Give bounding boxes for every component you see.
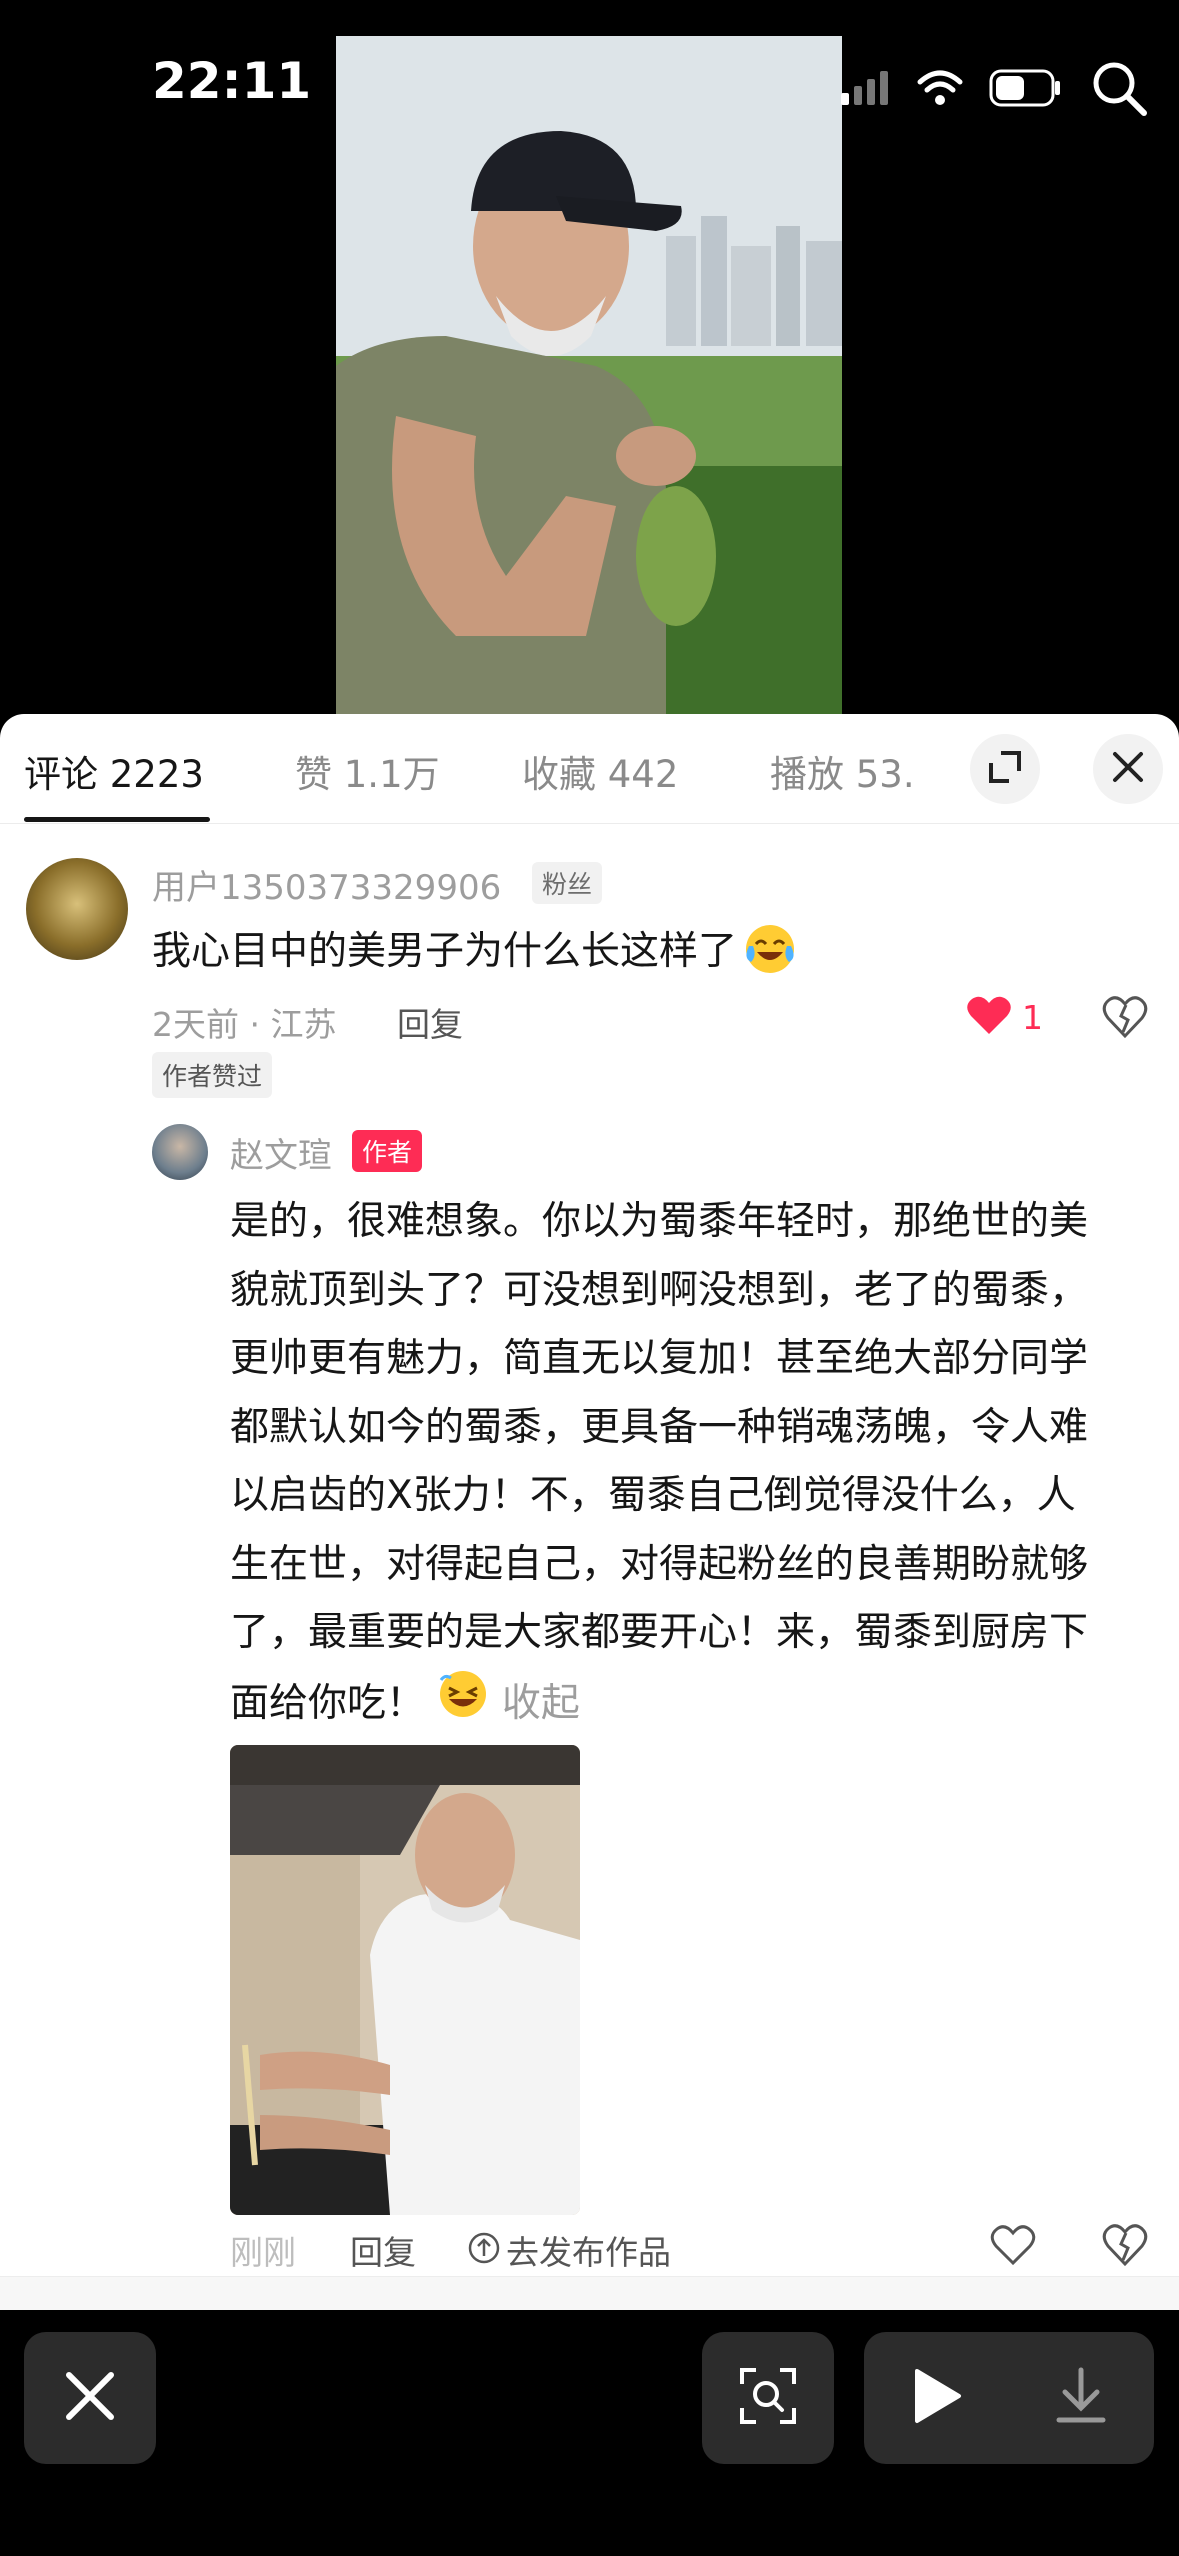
reply-dislike-button[interactable] [1102, 2222, 1148, 2272]
tab-bar: 评论 2223 赞 1.1万 收藏 442 播放 53. [0, 714, 1179, 824]
reply-reply-button[interactable]: 回复 [350, 2226, 416, 2274]
battery-icon [989, 69, 1063, 111]
dislike-icon [1102, 2224, 1148, 2272]
comment-meta: 2天前 · 江苏 [152, 1005, 337, 1044]
reply-line: 了，最重要的是大家都要开心！来，蜀黍到厨房下 [230, 1610, 1089, 1655]
publish-work-label: 去发布作品 [506, 2233, 671, 2272]
reply-image[interactable] [230, 1745, 580, 2215]
bottom-toolbar [0, 2310, 1179, 2556]
close-button[interactable] [24, 2332, 156, 2464]
reply-meta: 刚刚 [230, 2233, 296, 2272]
comment-reply-button[interactable]: 回复 [397, 998, 463, 1046]
comment-input-strip [0, 2276, 1179, 2310]
close-icon [1111, 750, 1145, 788]
tab-likes[interactable]: 赞 1.1万 [295, 744, 440, 798]
heart-outline-icon [990, 2225, 1036, 2270]
reply-line: 貌就顶到头了？可没想到啊没想到，老了的蜀黍， [230, 1267, 1089, 1313]
commenter-avatar[interactable] [26, 858, 128, 960]
status-icons [841, 58, 1149, 122]
tab-plays[interactable]: 播放 53. [770, 744, 915, 798]
search-icon[interactable] [1089, 58, 1149, 122]
expand-icon [987, 749, 1023, 789]
author-badge: 作者 [352, 1130, 423, 1172]
comment-like-count: 1 [1022, 997, 1043, 1037]
publish-work-button[interactable]: 去发布作品 [468, 2226, 671, 2274]
video-thumbnail[interactable] [336, 36, 842, 714]
video-area[interactable]: 22:11 [0, 0, 1179, 714]
reply-line: 以启齿的X张力！不，蜀黍自己倒觉得没什么，人 [230, 1473, 1076, 1518]
dislike-icon [1102, 996, 1148, 1044]
reply-last-line: 面给你吃！ 收起 [230, 1668, 1150, 1743]
scan-button[interactable] [702, 2332, 834, 2464]
reply-line: 更帅更有魅力，简直无以复加！甚至绝大部分同学 [230, 1336, 1089, 1381]
author-liked-tag: 作者赞过 [152, 1052, 273, 1098]
author-username[interactable]: 赵文瑄 [230, 1128, 332, 1177]
reply-line: 都默认如今的蜀黍，更具备一种销魂荡魄，令人难 [230, 1404, 1089, 1450]
author-avatar[interactable] [152, 1124, 208, 1180]
scan-icon [738, 2366, 798, 2430]
reply-line: 是的，很难想象。你以为蜀黍年轻时，那绝世的美 [230, 1199, 1089, 1244]
fans-badge: 粉丝 [532, 862, 603, 904]
comment-like-button[interactable]: 1 [966, 994, 1043, 1040]
collapse-link[interactable]: 收起 [502, 1680, 580, 1725]
expand-button[interactable] [970, 734, 1040, 804]
tab-comments[interactable]: 评论 2223 [24, 744, 204, 798]
cry-laugh-emoji-icon [743, 922, 797, 986]
play-icon[interactable] [909, 2367, 963, 2429]
download-icon[interactable] [1053, 2366, 1109, 2430]
reply-like-button[interactable] [990, 2224, 1036, 2270]
tab-active-indicator [24, 817, 210, 822]
reply-text: 是的，很难想象。你以为蜀黍年轻时，那绝世的美 貌就顶到头了？可没想到啊没想到，老… [230, 1188, 1150, 1742]
commenter-username[interactable]: 用户1350373329906 [152, 860, 501, 909]
signal-icon [841, 71, 891, 109]
reply-line: 面给你吃！ [230, 1680, 426, 1726]
close-sheet-button[interactable] [1093, 734, 1163, 804]
reply-line: 生在世，对得起自己，对得起粉丝的良善期盼就够 [230, 1541, 1089, 1587]
heart-icon [966, 994, 1012, 1040]
comment-text-content: 我心目中的美男子为什么长这样了 [152, 929, 738, 974]
comment-dislike-button[interactable] [1102, 994, 1148, 1044]
close-icon [63, 2369, 117, 2427]
wifi-icon [917, 70, 963, 110]
laugh-emoji-icon [437, 1668, 489, 1743]
upload-icon [468, 2232, 500, 2268]
media-controls [864, 2332, 1154, 2464]
status-time: 22:11 [152, 52, 312, 110]
comment-text: 我心目中的美男子为什么长这样了 [152, 920, 797, 986]
tab-favorites[interactable]: 收藏 442 [522, 744, 678, 798]
